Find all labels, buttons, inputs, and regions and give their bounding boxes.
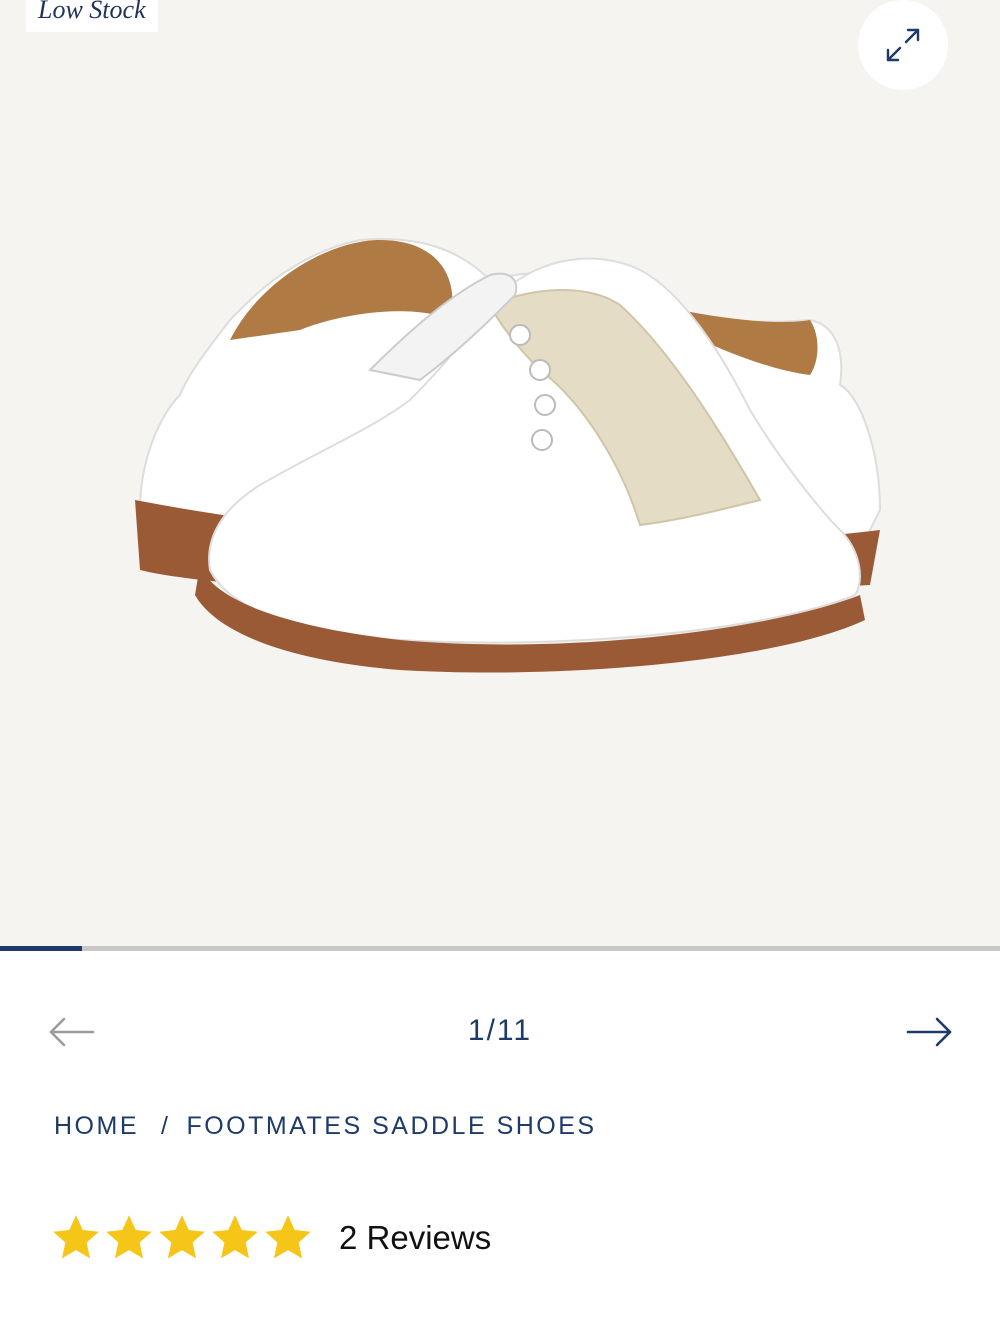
gallery-progress-fill [0,946,82,951]
arrow-right-icon [906,1017,952,1047]
star-icon [106,1215,152,1259]
reviews-link[interactable]: 2 Reviews [339,1219,491,1257]
rating-stars[interactable] [50,1212,315,1264]
star-icon [265,1215,311,1259]
breadcrumb: HOME / FOOTMATES SADDLE SHOES [54,1112,597,1141]
product-gallery[interactable]: Low Stock [0,0,1000,946]
expand-arrows-icon [886,28,920,62]
star-icon [212,1215,258,1259]
low-stock-badge: Low Stock [26,0,158,32]
image-counter: 1/11 [467,1014,533,1047]
product-rating: 2 Reviews [50,1208,491,1268]
breadcrumb-current: FOOTMATES SADDLE SHOES [186,1112,597,1140]
gallery-progress-bar [0,946,1000,951]
star-icon [53,1215,99,1259]
breadcrumb-separator: / [161,1112,171,1140]
breadcrumb-home-link[interactable]: HOME [54,1112,139,1140]
gallery-pager: 1/11 [0,1000,1000,1066]
next-image-button[interactable] [904,1012,954,1052]
expand-button[interactable] [858,0,948,90]
product-image[interactable] [120,210,900,710]
star-icon [159,1215,205,1259]
